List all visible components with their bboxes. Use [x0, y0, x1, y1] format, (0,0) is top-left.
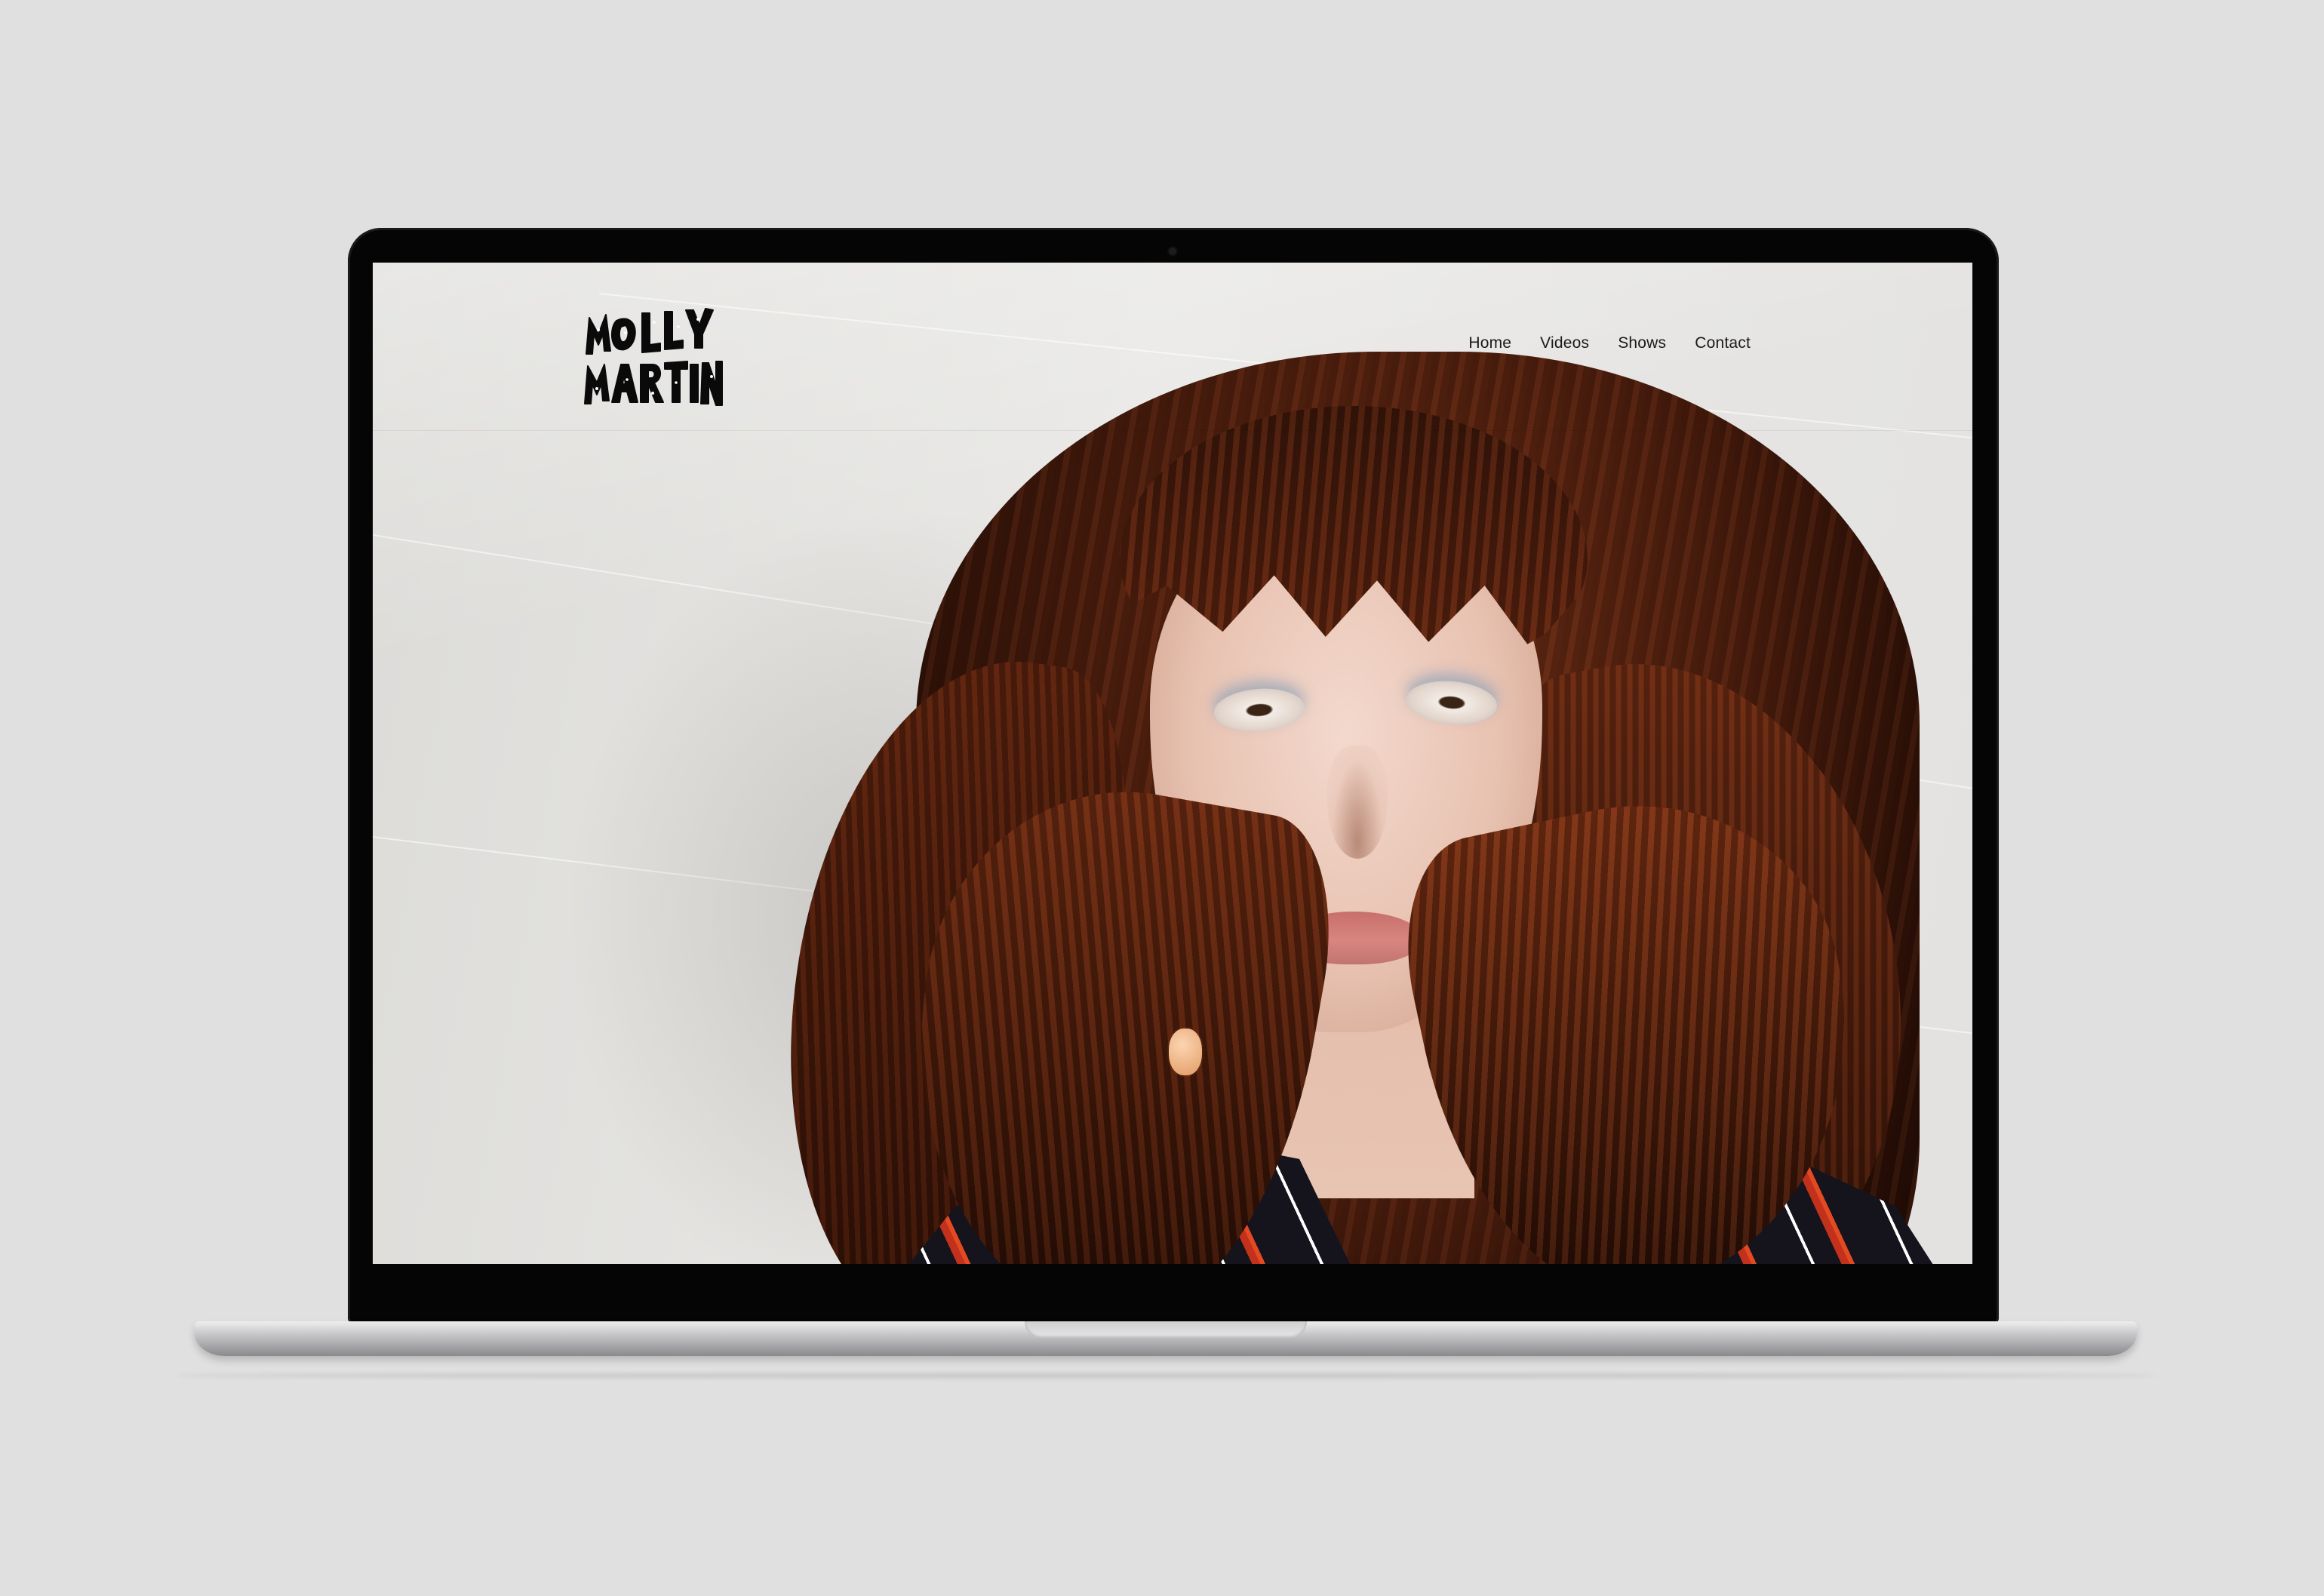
laptop-screen: Home Videos Shows Contact: [373, 263, 1972, 1264]
nav-videos-link[interactable]: Videos: [1540, 334, 1589, 352]
mockup-stage: Home Videos Shows Contact: [0, 0, 2324, 1596]
webcam-icon: [1169, 248, 1176, 255]
nav-shows-link[interactable]: Shows: [1618, 334, 1666, 352]
site-header: Home Videos Shows Contact: [373, 263, 1972, 431]
earring: [1169, 1029, 1202, 1075]
molly-martin-logo-icon: [584, 308, 723, 406]
nav-contact-link[interactable]: Contact: [1695, 334, 1751, 352]
main-nav: Home Videos Shows Contact: [1468, 334, 1751, 352]
laptop-shadow: [174, 1373, 2158, 1378]
laptop-hinge-notch: [1025, 1321, 1307, 1338]
nav-home-link[interactable]: Home: [1468, 334, 1511, 352]
site-logo[interactable]: [582, 304, 725, 410]
